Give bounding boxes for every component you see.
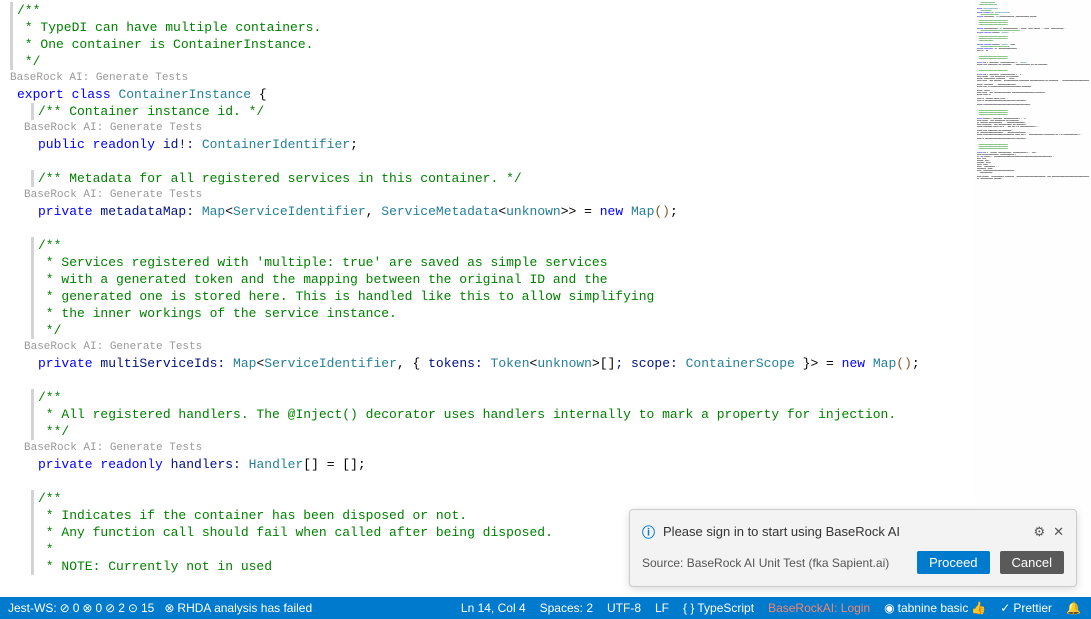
codelens-generate-tests[interactable]: BaseRock AI: Generate Tests bbox=[0, 440, 975, 456]
gear-icon[interactable]: ⚙ bbox=[1033, 524, 1045, 540]
keyword-class: class bbox=[72, 86, 111, 103]
cancel-button[interactable]: Cancel bbox=[1000, 551, 1064, 574]
info-icon: ⓘ bbox=[642, 522, 655, 541]
status-eol[interactable]: LF bbox=[655, 601, 669, 615]
status-baserock[interactable]: BaseRockAI: Login bbox=[768, 601, 870, 615]
codelens-generate-tests[interactable]: BaseRock AI: Generate Tests bbox=[0, 339, 975, 355]
circle-dot-icon: ◉ bbox=[884, 601, 894, 615]
check-icon: ✓ bbox=[1000, 601, 1010, 615]
comment: /** bbox=[17, 2, 40, 19]
circle-icon: ⊘ bbox=[105, 601, 115, 615]
status-prettier[interactable]: ✓ Prettier bbox=[1000, 601, 1052, 615]
check-circle-icon: ⊘ bbox=[60, 601, 70, 615]
braces-icon: { } bbox=[683, 601, 694, 615]
notification-popup: ⓘ Please sign in to start using BaseRock… bbox=[629, 509, 1077, 587]
keyword-export: export bbox=[17, 86, 64, 103]
proceed-button[interactable]: Proceed bbox=[917, 551, 989, 574]
comment: * One container is ContainerInstance. bbox=[17, 36, 313, 53]
bell-icon[interactable]: 🔔 bbox=[1066, 601, 1081, 615]
notification-source: Source: BaseRock AI Unit Test (fka Sapie… bbox=[642, 556, 907, 570]
close-icon[interactable]: ✕ bbox=[1053, 524, 1064, 540]
notification-title: Please sign in to start using BaseRock A… bbox=[663, 524, 1025, 539]
x-circle-icon: ⊗ bbox=[82, 601, 92, 615]
codelens-generate-tests[interactable]: BaseRock AI: Generate Tests bbox=[0, 187, 975, 203]
status-jest[interactable]: Jest-WS: ⊘0 ⊗0 ⊘2 ⊙15 bbox=[8, 601, 154, 615]
question-icon: ⊙ bbox=[128, 601, 138, 615]
status-rhda[interactable]: ⊗ RHDA analysis has failed bbox=[164, 601, 312, 615]
comment: /** Container instance id. */ bbox=[38, 103, 264, 120]
status-indent[interactable]: Spaces: 2 bbox=[540, 601, 593, 615]
comment: /** Metadata for all registered services… bbox=[38, 170, 522, 187]
codelens-generate-tests[interactable]: BaseRock AI: Generate Tests bbox=[0, 70, 975, 86]
comment: * TypeDI can have multiple containers. bbox=[17, 19, 321, 36]
error-icon: ⊗ bbox=[164, 601, 174, 615]
status-tabnine[interactable]: ◉ tabnine basic 👍 bbox=[884, 601, 986, 615]
comment: */ bbox=[17, 53, 40, 70]
status-language[interactable]: { } TypeScript bbox=[683, 601, 754, 615]
class-name: ContainerInstance bbox=[118, 86, 251, 103]
codelens-generate-tests[interactable]: BaseRock AI: Generate Tests bbox=[0, 120, 975, 136]
thumbs-up-icon: 👍 bbox=[971, 601, 986, 615]
status-cursor-position[interactable]: Ln 14, Col 4 bbox=[461, 601, 526, 615]
status-encoding[interactable]: UTF-8 bbox=[607, 601, 641, 615]
status-bar: Jest-WS: ⊘0 ⊗0 ⊘2 ⊙15 ⊗ RHDA analysis ha… bbox=[0, 597, 1091, 619]
